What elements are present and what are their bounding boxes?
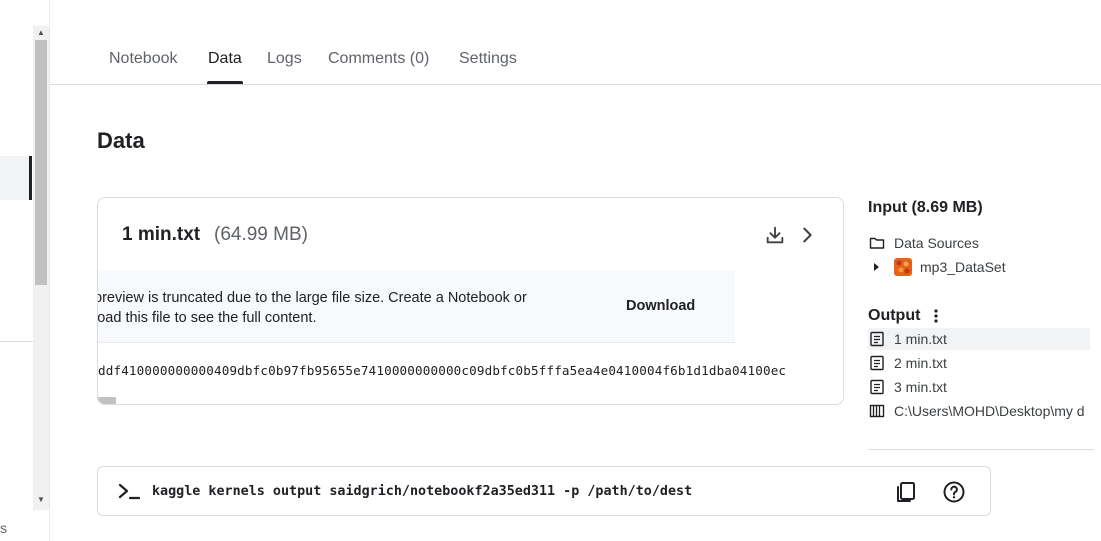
active-tab-indicator bbox=[207, 81, 243, 84]
file-preview-content: ddf410000000000409dbfc0b97fb95655e741000… bbox=[98, 363, 787, 378]
file-size: (64.99 MB) bbox=[214, 224, 308, 245]
download-button[interactable]: Download bbox=[626, 298, 695, 314]
output-file-item[interactable]: 1 min.txt bbox=[868, 328, 1090, 350]
expand-arrow-icon[interactable] bbox=[872, 259, 882, 275]
output-file-item[interactable]: 3 min.txt bbox=[868, 376, 1090, 398]
more-options-icon[interactable] bbox=[930, 308, 942, 324]
input-heading: Input (8.69 MB) bbox=[868, 199, 983, 216]
copy-icon[interactable] bbox=[894, 480, 918, 504]
file-text-icon bbox=[870, 331, 884, 347]
dataset-label: mp3_DataSet bbox=[920, 259, 1006, 275]
output-file-label: 3 min.txt bbox=[894, 379, 947, 395]
left-sidebar: ▲ ▼ s bbox=[0, 0, 50, 541]
page-title: Data bbox=[97, 128, 145, 153]
file-text-icon bbox=[870, 355, 884, 371]
horizontal-scrollbar-thumb[interactable] bbox=[98, 397, 116, 404]
output-file-label: 1 min.txt bbox=[894, 331, 947, 347]
help-icon[interactable] bbox=[942, 480, 966, 504]
file-name: 1 min.txt bbox=[122, 224, 201, 245]
dataset-item-mp3[interactable]: mp3_DataSet bbox=[868, 256, 1090, 278]
data-sources-label: Data Sources bbox=[894, 235, 979, 251]
chevron-right-icon[interactable] bbox=[796, 224, 818, 246]
tab-comments[interactable]: Comments (0) bbox=[328, 50, 429, 68]
sidebar-active-item[interactable] bbox=[0, 156, 32, 200]
truncation-notice: preview is truncated due to the large fi… bbox=[98, 271, 735, 343]
table-icon bbox=[869, 404, 885, 418]
download-icon[interactable] bbox=[764, 224, 786, 246]
tab-notebook[interactable]: Notebook bbox=[109, 50, 178, 68]
api-command-text: kaggle kernels output saidgrich/notebook… bbox=[152, 484, 693, 499]
dataset-thumbnail-icon bbox=[894, 258, 912, 276]
sidebar-scrollbar-thumb[interactable] bbox=[35, 40, 47, 285]
data-sources-item[interactable]: Data Sources bbox=[868, 232, 1090, 254]
output-heading: Output bbox=[868, 307, 921, 324]
truncation-notice-text: preview is truncated due to the large fi… bbox=[97, 290, 527, 326]
file-text-icon bbox=[870, 379, 884, 395]
folder-icon bbox=[869, 237, 885, 249]
tab-settings[interactable]: Settings bbox=[459, 50, 517, 68]
scroll-down-arrow-icon[interactable]: ▼ bbox=[33, 493, 49, 507]
tab-bar: Notebook Data Logs Comments (0) Settings bbox=[50, 0, 1101, 85]
output-file-item[interactable]: C:\Users\MOHD\Desktop\my d bbox=[868, 400, 1090, 422]
api-command-bar: kaggle kernels output saidgrich/notebook… bbox=[97, 466, 991, 516]
right-panel-divider bbox=[868, 449, 1094, 450]
output-file-item[interactable]: 2 min.txt bbox=[868, 352, 1090, 374]
tab-data[interactable]: Data bbox=[208, 50, 242, 68]
output-file-label: 2 min.txt bbox=[894, 355, 947, 371]
output-file-label: C:\Users\MOHD\Desktop\my d bbox=[894, 403, 1085, 419]
scroll-up-arrow-icon[interactable]: ▲ bbox=[33, 26, 49, 40]
tab-logs[interactable]: Logs bbox=[267, 50, 302, 68]
sidebar-text-fragment: s bbox=[0, 520, 7, 536]
file-preview-card: 1 min.txt (64.99 MB) preview is truncate… bbox=[97, 197, 844, 405]
sidebar-divider bbox=[0, 341, 33, 342]
terminal-prompt-icon bbox=[118, 483, 140, 500]
sidebar-active-indicator bbox=[29, 156, 32, 200]
